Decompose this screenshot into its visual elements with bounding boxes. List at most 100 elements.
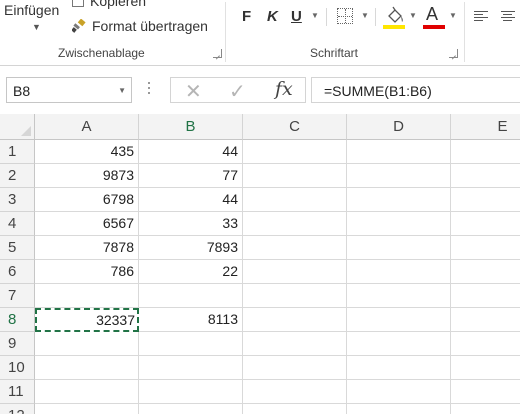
cell-a8-copy-marquee[interactable]: 32337 [35,308,139,332]
cell-b3[interactable]: 44 [139,188,243,212]
column-header-d[interactable]: D [347,114,451,140]
cell-d6[interactable] [347,260,451,284]
borders-icon[interactable] [337,8,353,24]
cell-c8[interactable] [243,308,347,332]
cell-a7[interactable] [35,284,139,308]
cell-d3[interactable] [347,188,451,212]
name-box[interactable]: B8 ▼ [6,77,132,103]
name-box-dropdown-icon[interactable]: ▼ [118,86,126,95]
column-header-c[interactable]: C [243,114,347,140]
cell-d1[interactable] [347,140,451,164]
cell-c3[interactable] [243,188,347,212]
paste-button[interactable]: Einfügen [4,2,59,18]
cell-e4[interactable] [451,212,520,236]
cell-c7[interactable] [243,284,347,308]
cell-c4[interactable] [243,212,347,236]
cell-c10[interactable] [243,356,347,380]
row-header[interactable]: 4 [0,212,35,236]
cell-b5[interactable]: 7893 [139,236,243,260]
cell-a10[interactable] [35,356,139,380]
cell-c5[interactable] [243,236,347,260]
cell-d12[interactable] [347,404,451,414]
row-header[interactable]: 6 [0,260,35,284]
cell-c9[interactable] [243,332,347,356]
cell-a12[interactable] [35,404,139,414]
cell-e8[interactable] [451,308,520,332]
format-painter-button[interactable]: Format übertragen [72,18,208,34]
cell-e3[interactable] [451,188,520,212]
cell-e11[interactable] [451,380,520,404]
row-header[interactable]: 3 [0,188,35,212]
cell-a1[interactable]: 435 [35,140,139,164]
cell-a4[interactable]: 6567 [35,212,139,236]
align-top-icon[interactable] [474,11,488,23]
cell-a5[interactable]: 7878 [35,236,139,260]
cell-b4[interactable]: 33 [139,212,243,236]
cell-c6[interactable] [243,260,347,284]
row-header[interactable]: 10 [0,356,35,380]
paste-dropdown-icon[interactable]: ▼ [32,22,41,32]
cell-d2[interactable] [347,164,451,188]
cell-c2[interactable] [243,164,347,188]
cell-e7[interactable] [451,284,520,308]
clipboard-dialog-launcher-icon[interactable] [213,49,222,58]
cell-a11[interactable] [35,380,139,404]
cell-c12[interactable] [243,404,347,414]
cell-e9[interactable] [451,332,520,356]
column-header-a[interactable]: A [35,114,139,140]
cell-d7[interactable] [347,284,451,308]
column-header-b[interactable]: B [139,114,243,140]
cell-d4[interactable] [347,212,451,236]
row-header[interactable]: 9 [0,332,35,356]
row-header[interactable]: 1 [0,140,35,164]
formula-input[interactable]: =SUMME(B1:B6) [311,77,520,103]
cell-d11[interactable] [347,380,451,404]
cell-d10[interactable] [347,356,451,380]
cell-e5[interactable] [451,236,520,260]
cell-b7[interactable] [139,284,243,308]
insert-function-button[interactable]: fx [275,78,293,100]
enter-check-icon[interactable]: ✓ [229,79,246,104]
cell-b6[interactable]: 22 [139,260,243,284]
font-color-button[interactable]: A [426,4,438,25]
cell-c11[interactable] [243,380,347,404]
select-all-button[interactable] [0,114,35,140]
cell-b9[interactable] [139,332,243,356]
font-dialog-launcher-icon[interactable] [449,49,458,58]
row-header[interactable]: 5 [0,236,35,260]
cell-c1[interactable] [243,140,347,164]
underline-button[interactable]: U [291,8,302,25]
fill-color-dropdown-icon[interactable]: ▼ [409,11,417,20]
formula-bar-resize-handle[interactable] [148,82,151,98]
borders-dropdown-icon[interactable]: ▼ [361,11,369,20]
align-middle-icon[interactable] [501,11,515,23]
cancel-icon[interactable]: ✕ [185,79,202,104]
italic-button[interactable]: K [267,8,278,25]
cell-a9[interactable] [35,332,139,356]
underline-dropdown-icon[interactable]: ▼ [311,11,319,20]
cell-b12[interactable] [139,404,243,414]
cell-b2[interactable]: 77 [139,164,243,188]
cell-b1[interactable]: 44 [139,140,243,164]
cell-d5[interactable] [347,236,451,260]
bold-button[interactable]: F [242,8,251,25]
cell-b11[interactable] [139,380,243,404]
cell-d9[interactable] [347,332,451,356]
cell-e2[interactable] [451,164,520,188]
row-header[interactable]: 7 [0,284,35,308]
cell-e10[interactable] [451,356,520,380]
cell-e6[interactable] [451,260,520,284]
cell-e12[interactable] [451,404,520,414]
copy-button[interactable]: Kopieren [72,0,146,9]
cell-d8[interactable] [347,308,451,332]
cell-a6[interactable]: 786 [35,260,139,284]
cell-e1[interactable] [451,140,520,164]
cell-b8[interactable]: 8113 [139,308,243,332]
cell-a2[interactable]: 9873 [35,164,139,188]
font-color-dropdown-icon[interactable]: ▼ [449,11,457,20]
column-header-e[interactable]: E [451,114,520,140]
row-header[interactable]: 2 [0,164,35,188]
row-header[interactable]: 11 [0,380,35,404]
cell-b10[interactable] [139,356,243,380]
row-header[interactable]: 12 [0,404,35,414]
